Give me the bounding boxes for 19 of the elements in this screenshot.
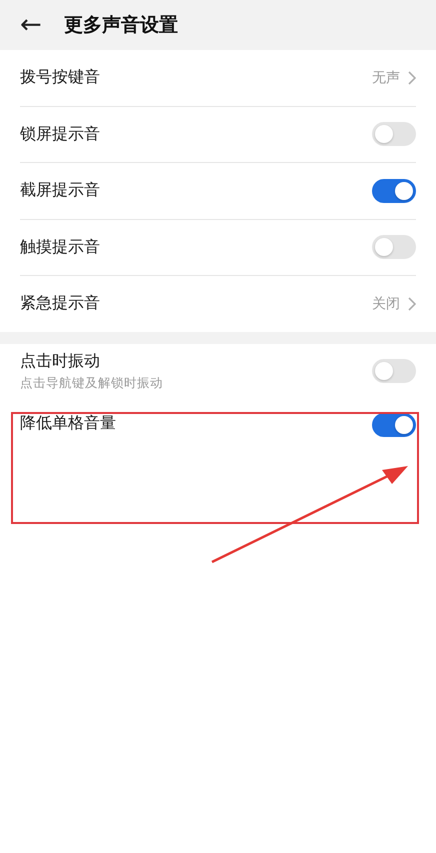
setting-label: 降低单格音量 bbox=[20, 413, 117, 434]
back-button[interactable]: ← bbox=[20, 12, 42, 38]
chevron-right-icon bbox=[408, 70, 416, 85]
setting-value[interactable]: 关闭 bbox=[372, 294, 400, 313]
setting-description: 点击导航键及解锁时振动 bbox=[20, 374, 164, 392]
setting-label: 拨号按键音 bbox=[20, 67, 101, 88]
setting-label: 点击时振动 bbox=[20, 350, 101, 372]
toggle-switch[interactable] bbox=[372, 235, 416, 260]
setting-value[interactable]: 无声 bbox=[372, 68, 400, 87]
setting-label: 锁屏提示音 bbox=[20, 124, 101, 145]
toggle-switch[interactable] bbox=[372, 178, 416, 203]
toggle-switch[interactable] bbox=[372, 359, 416, 384]
page-title: 更多声音设置 bbox=[64, 13, 178, 38]
toggle-switch[interactable] bbox=[372, 122, 416, 146]
toggle-switch[interactable] bbox=[372, 413, 416, 437]
setting-label: 截屏提示音 bbox=[20, 180, 101, 202]
chevron-right-icon bbox=[408, 296, 416, 311]
setting-label: 触摸提示音 bbox=[20, 236, 101, 258]
setting-label: 紧急提示音 bbox=[20, 293, 101, 314]
